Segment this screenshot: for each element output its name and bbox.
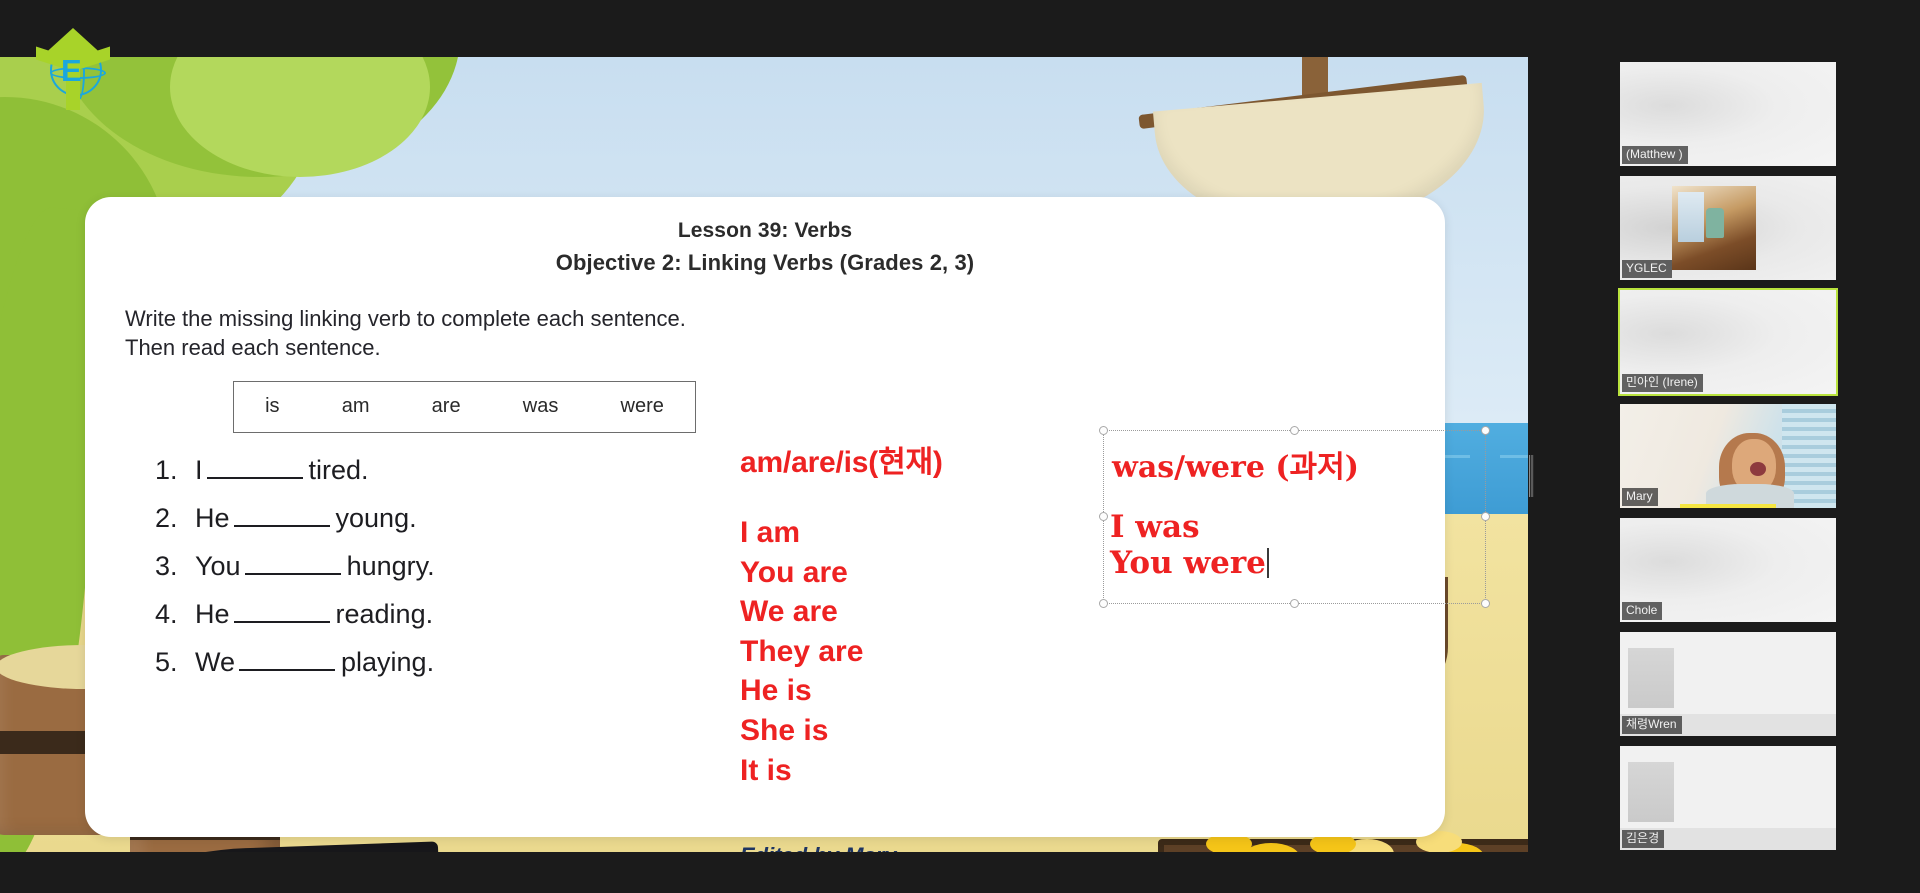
question-number: 5. xyxy=(155,646,178,677)
meeting-screen-share-view: Lesson 39: Verbs Objective 2: Linking Ve… xyxy=(0,0,1920,893)
resize-handle-bottom-right[interactable] xyxy=(1481,599,1490,608)
question-text-before: We xyxy=(195,646,236,677)
panel-splitter[interactable] xyxy=(1528,0,1536,893)
present-tense-line: You are xyxy=(740,555,848,589)
resize-handle-middle-left[interactable] xyxy=(1099,512,1108,521)
question-text-after: tired. xyxy=(308,454,369,485)
present-tense-line: They are xyxy=(740,634,864,668)
participant-tile[interactable]: 채령Wren xyxy=(1620,632,1836,736)
instruction-line-2: Then read each sentence. xyxy=(125,335,381,361)
past-tense-lines: I was You were xyxy=(1110,509,1269,582)
school-logo-icon: E xyxy=(36,22,110,110)
word-bank: is am are was were xyxy=(233,380,696,433)
present-tense-line: It is xyxy=(740,753,792,787)
edited-by-credit: Edited by Mary xyxy=(740,843,896,852)
participant-tile[interactable]: 김은경 xyxy=(1620,746,1836,850)
participant-tile[interactable]: Chole xyxy=(1620,518,1836,622)
question-number: 4. xyxy=(155,598,178,629)
word-bank-item: am xyxy=(341,395,370,417)
word-bank-item: was xyxy=(522,395,559,417)
present-tense-line: She is xyxy=(740,713,829,747)
present-tense-line: We are xyxy=(740,595,838,629)
present-tense-header: am/are/is(현재) xyxy=(740,446,943,479)
answer-blank[interactable] xyxy=(206,459,303,479)
participant-tile[interactable]: Mary xyxy=(1620,404,1836,508)
answer-blank[interactable] xyxy=(239,651,336,671)
past-tense-header: was/were (과저) xyxy=(1112,450,1359,485)
past-tense-line: You were xyxy=(1110,545,1269,582)
question-text-before: You xyxy=(195,550,241,581)
presentation-slide: Lesson 39: Verbs Objective 2: Linking Ve… xyxy=(0,57,1528,852)
present-tense-lines: I am You are We are They are He is She is It i… xyxy=(740,513,943,790)
resize-handle-bottom-left[interactable] xyxy=(1099,599,1108,608)
resize-handle-top-right[interactable] xyxy=(1481,426,1490,435)
participant-name-label: (Matthew ) xyxy=(1622,146,1688,164)
splitter-grip-icon[interactable] xyxy=(1529,455,1534,497)
question-text-before: I xyxy=(195,454,203,485)
resize-handle-bottom-center[interactable] xyxy=(1289,599,1299,608)
participant-name-label: 김은경 xyxy=(1622,830,1665,848)
question-text-before: He xyxy=(195,502,230,533)
participant-name-label: YGLEC xyxy=(1622,260,1672,278)
resize-handle-top-left[interactable] xyxy=(1099,426,1108,435)
answer-blank[interactable] xyxy=(233,507,330,527)
objective-title-line2: Objective 2: Linking Verbs (Grades 2, 3) xyxy=(555,250,975,275)
worksheet-title: Lesson 39: Verbs Objective 2: Linking Ve… xyxy=(125,219,1405,276)
answer-blank[interactable] xyxy=(233,603,330,623)
question-number: 2. xyxy=(155,502,178,533)
participant-name-label: 민아인 (Irene) xyxy=(1622,374,1703,392)
participant-tile[interactable]: (Matthew ) xyxy=(1620,62,1836,166)
question-text-after: hungry. xyxy=(346,550,435,581)
answer-blank[interactable] xyxy=(244,555,341,575)
question-text-after: young. xyxy=(335,502,417,533)
word-bank-item: were xyxy=(620,395,664,417)
worksheet-instructions: Write the missing linking verb to comple… xyxy=(125,304,1405,363)
question-number: 3. xyxy=(155,550,178,581)
logo-letter: E xyxy=(61,53,82,88)
question-text-after: playing. xyxy=(341,646,435,677)
resize-handle-top-center[interactable] xyxy=(1289,426,1299,435)
participant-filmstrip: (Matthew ) YGLEC 민아인 (Irene) Mary Chole 채령Wre… xyxy=(1536,0,1920,893)
lesson-title-line1: Lesson 39: Verbs xyxy=(677,219,853,242)
word-bank-item: are xyxy=(431,395,461,417)
present-tense-annotation: am/are/is(현재) I am You are We are They are H… xyxy=(740,437,943,790)
resize-handle-middle-right[interactable] xyxy=(1481,512,1490,521)
question-text-before: He xyxy=(195,598,230,629)
past-tense-line: I was xyxy=(1110,509,1200,545)
shared-content-stage: Lesson 39: Verbs Objective 2: Linking Ve… xyxy=(0,0,1528,893)
past-tense-textbox[interactable]: was/were (과저) I was You were xyxy=(1099,426,1490,608)
participant-name-label: Mary xyxy=(1622,488,1658,506)
participant-name-label: Chole xyxy=(1622,602,1663,620)
question-number: 1. xyxy=(155,454,178,485)
instruction-line-1: Write the missing linking verb to comple… xyxy=(125,306,686,331)
word-bank-item: is xyxy=(265,395,280,417)
participant-tile[interactable]: YGLEC xyxy=(1620,176,1836,280)
text-cursor-caret xyxy=(1266,547,1269,578)
camera-feed-room xyxy=(1672,186,1756,270)
present-tense-line: He is xyxy=(740,674,812,708)
participant-tile[interactable]: 민아인 (Irene) xyxy=(1618,288,1838,396)
present-tense-line: I am xyxy=(740,516,801,549)
question-text-after: reading. xyxy=(335,598,434,629)
participant-name-label: 채령Wren xyxy=(1622,716,1682,734)
audio-level-indicator xyxy=(1680,504,1776,508)
